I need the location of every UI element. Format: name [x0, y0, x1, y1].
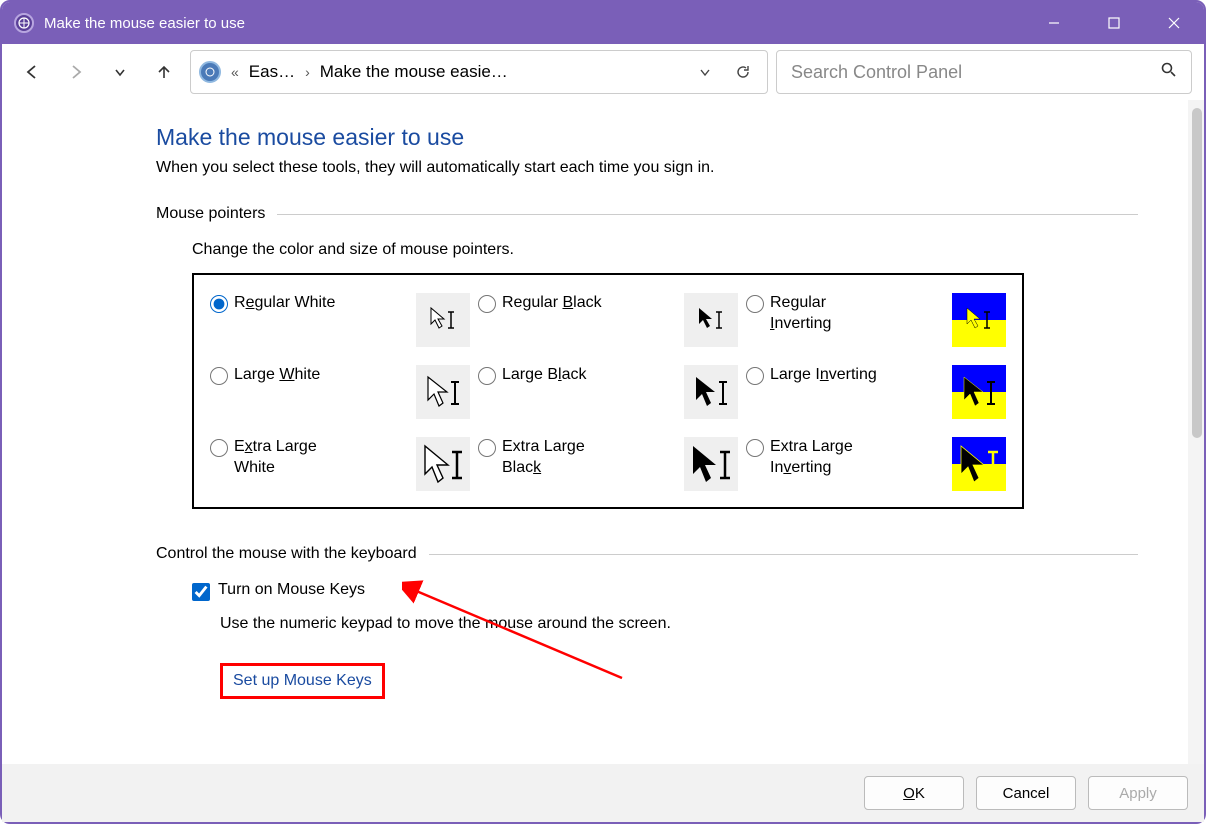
main-content: Make the mouse easier to use When you se… — [2, 100, 1188, 764]
label-extra-large-inverting: Extra Large Inverting — [770, 437, 880, 479]
label-large-inverting: Large Inverting — [770, 365, 877, 386]
control-panel-icon — [14, 13, 34, 33]
preview-large-inverting — [952, 365, 1006, 419]
radio-large-black[interactable] — [478, 367, 496, 385]
preview-regular-white — [416, 293, 470, 347]
radio-extra-large-black[interactable] — [478, 439, 496, 457]
page-title: Make the mouse easier to use — [156, 124, 1138, 151]
keyboard-control-label: Control the mouse with the keyboard — [156, 545, 417, 563]
radio-regular-black[interactable] — [478, 295, 496, 313]
radio-extra-large-white[interactable] — [210, 439, 228, 457]
breadcrumb-level-2[interactable]: Make the mouse easie… — [320, 62, 508, 82]
label-regular-black: Regular Black — [502, 293, 602, 314]
minimize-button[interactable] — [1024, 2, 1084, 44]
label-mouse-keys: Turn on Mouse Keys — [218, 581, 365, 599]
ok-button[interactable]: OK — [864, 776, 964, 810]
close-button[interactable] — [1144, 2, 1204, 44]
navigation-toolbar: « Eas… › Make the mouse easie… — [2, 44, 1204, 100]
preview-regular-inverting — [952, 293, 1006, 347]
radio-regular-white[interactable] — [210, 295, 228, 313]
titlebar: Make the mouse easier to use — [2, 2, 1204, 44]
maximize-button[interactable] — [1084, 2, 1144, 44]
breadcrumb-overflow[interactable]: « — [231, 64, 239, 80]
refresh-button[interactable] — [727, 64, 759, 80]
pointer-options-grid: Regular White Regular Black Regular Inve… — [192, 273, 1024, 509]
search-input[interactable] — [791, 62, 1161, 83]
radio-large-white[interactable] — [210, 367, 228, 385]
search-box[interactable] — [776, 50, 1192, 94]
label-extra-large-white: Extra Large White — [234, 437, 344, 479]
label-large-black: Large Black — [502, 365, 587, 386]
preview-large-black — [684, 365, 738, 419]
search-icon[interactable] — [1161, 62, 1177, 82]
mouse-keys-description: Use the numeric keypad to move the mouse… — [220, 615, 1138, 633]
page-subtitle: When you select these tools, they will a… — [156, 159, 1138, 177]
recent-dropdown[interactable] — [102, 54, 138, 90]
preview-extra-large-inverting — [952, 437, 1006, 491]
mouse-pointers-label: Mouse pointers — [156, 205, 265, 223]
forward-button[interactable] — [58, 54, 94, 90]
chevron-right-icon[interactable]: › — [305, 64, 310, 80]
preview-extra-large-white — [416, 437, 470, 491]
window-title: Make the mouse easier to use — [44, 15, 1024, 32]
radio-regular-inverting[interactable] — [746, 295, 764, 313]
label-regular-white: Regular White — [234, 293, 335, 314]
preview-extra-large-black — [684, 437, 738, 491]
setup-mouse-keys-link[interactable]: Set up Mouse Keys — [233, 672, 372, 689]
radio-extra-large-inverting[interactable] — [746, 439, 764, 457]
label-extra-large-black: Extra Large Black — [502, 437, 612, 479]
mouse-pointers-description: Change the color and size of mouse point… — [192, 241, 1138, 259]
address-dropdown[interactable] — [689, 65, 721, 79]
checkbox-mouse-keys[interactable] — [192, 583, 210, 601]
breadcrumb-level-1[interactable]: Eas… — [249, 62, 295, 82]
cancel-button[interactable]: Cancel — [976, 776, 1076, 810]
preview-large-white — [416, 365, 470, 419]
label-regular-inverting: Regular Inverting — [770, 293, 880, 335]
address-bar[interactable]: « Eas… › Make the mouse easie… — [190, 50, 768, 94]
scrollbar-thumb[interactable] — [1192, 108, 1202, 438]
scrollbar[interactable] — [1188, 100, 1204, 764]
up-button[interactable] — [146, 54, 182, 90]
back-button[interactable] — [14, 54, 50, 90]
control-panel-small-icon — [199, 61, 221, 83]
label-large-white: Large White — [234, 365, 320, 386]
setup-mouse-keys-highlight: Set up Mouse Keys — [220, 663, 385, 699]
dialog-footer: OK Cancel Apply — [2, 764, 1204, 822]
preview-regular-black — [684, 293, 738, 347]
apply-button[interactable]: Apply — [1088, 776, 1188, 810]
radio-large-inverting[interactable] — [746, 367, 764, 385]
